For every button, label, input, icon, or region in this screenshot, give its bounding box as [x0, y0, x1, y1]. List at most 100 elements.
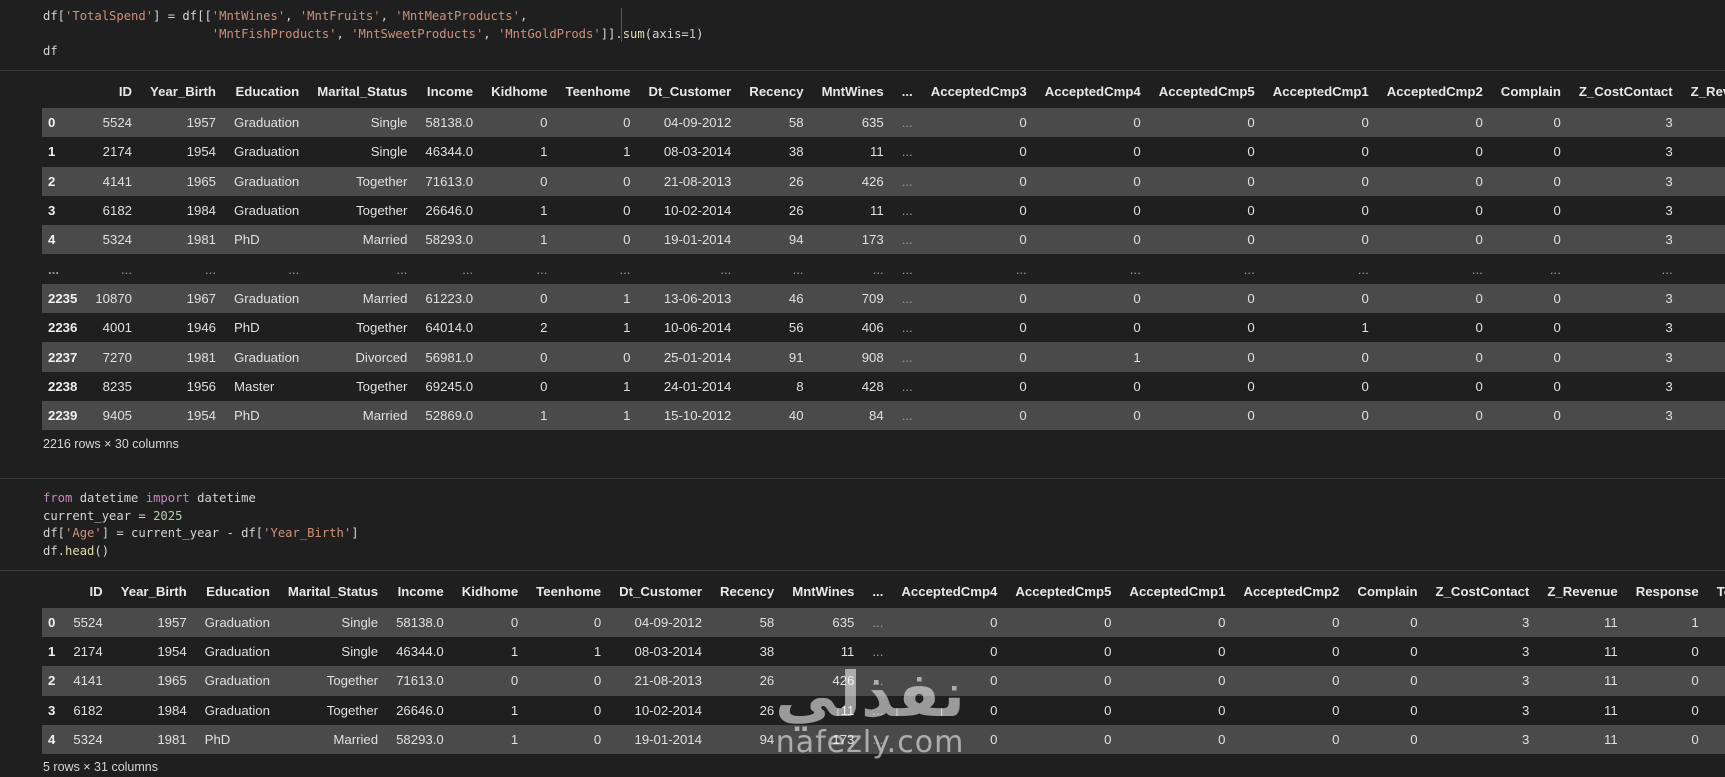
table-cell: 26646.0 [396, 702, 444, 718]
table-cell: ... [205, 261, 216, 277]
table-cell: 0 [1247, 320, 1255, 336]
text-cursor [621, 8, 622, 42]
table-cell: 635 [832, 615, 855, 631]
table-row: 0 5524 1957 Graduation Single 58138.0 0 0 04-09-… [42, 608, 1725, 638]
table-cell: 0 [1475, 320, 1483, 336]
table-cell: Single [341, 615, 379, 631]
table-cell: 0 [1553, 173, 1561, 189]
table-cell: 26 [759, 702, 775, 718]
table-cell: 11 [1682, 372, 1725, 401]
table-cell: 11 [840, 702, 855, 718]
table-cell: 46344.0 [425, 144, 474, 160]
table-cell: 3 [1665, 232, 1673, 248]
table-cell: 0 [1361, 144, 1369, 160]
code-cell-1[interactable]: df['TotalSpend'] = df[['MntWines', 'MntF… [0, 0, 1725, 70]
table-cell: 0 [1553, 232, 1561, 248]
table-cell: 0 [1410, 731, 1418, 747]
column-header: Year_Birth [150, 83, 216, 99]
column-header: AcceptedCmp4 [1044, 83, 1141, 99]
table-cell: 0 [510, 615, 519, 631]
table-cell: 709 [861, 290, 884, 306]
table-cell: ... [901, 261, 913, 277]
table-cell: 0 [1410, 644, 1418, 660]
table-cell: 0 [1361, 173, 1369, 189]
table-cell: 10-02-2014 [663, 203, 732, 219]
table-cell: Graduation [234, 290, 300, 306]
code-cell-2-source[interactable]: from datetime import datetime current_ye… [43, 490, 359, 560]
table-cell: 0 [1475, 173, 1483, 189]
table-cell: 27 [1708, 637, 1725, 666]
column-header: ... [872, 583, 884, 599]
table-cell: 0 [1247, 290, 1255, 306]
table-cell: 15-10-2012 [663, 408, 732, 424]
table-cell: 5524 [102, 115, 133, 131]
table-cell: 11 [1682, 401, 1725, 430]
table-cell: 0 [1247, 173, 1255, 189]
table-cell: 0 [1475, 115, 1483, 131]
table-cell: 7270 [102, 349, 133, 365]
column-header: Teenhome [565, 83, 631, 99]
table-cell: ... [720, 261, 732, 277]
code-cell-2[interactable]: from datetime import datetime current_ye… [0, 480, 1725, 568]
table-row: 2239 9405 1954 PhD Married 52869.0 1 1 15-10-201… [42, 400, 1725, 431]
table-cell: 38 [759, 644, 775, 660]
table-cell: 3 [1665, 144, 1673, 160]
table-cell: 0 [593, 615, 602, 631]
table-cell: Graduation [234, 203, 300, 219]
table-cell: 0 [1247, 115, 1255, 131]
column-header: ID [89, 583, 103, 599]
code-line: 'MntFishProducts', 'MntSweetProducts', '… [211, 26, 704, 41]
table-cell: 0 [1104, 673, 1112, 689]
column-header: ID [118, 83, 133, 99]
column-header: Dt_Customer [619, 583, 702, 599]
table-cell: 1 [510, 702, 519, 718]
table-cell: 1946 [186, 320, 216, 336]
table-cell: 0 [1133, 408, 1141, 424]
table-cell: 0 [1361, 203, 1369, 219]
table-row: 3 6182 1984 Graduation Together 26646.0 1 0 10-0… [42, 195, 1725, 226]
table-cell: 406 [861, 320, 884, 336]
table-cell: 776 [1708, 666, 1725, 695]
column-header: Marital_Status [317, 83, 408, 99]
code-cell-1-source[interactable]: df['TotalSpend'] = df[['MntWines', 'MntF… [43, 8, 703, 61]
table-cell: 11 [1682, 342, 1725, 371]
table-cell: 21-08-2013 [663, 173, 732, 189]
table-cell: 0 [540, 290, 548, 306]
column-header: Education [206, 583, 270, 599]
table-cell: 0 [1361, 115, 1369, 131]
table-cell: Together [356, 378, 408, 394]
column-header: Recency [749, 83, 804, 99]
table-cell: 61223.0 [425, 290, 474, 306]
table-cell: ... [536, 261, 548, 277]
table-cell: 56 [788, 320, 804, 336]
table-cell: 08-03-2014 [634, 644, 702, 660]
table-cell: PhD [234, 232, 260, 248]
table-cell: 21-08-2013 [634, 673, 702, 689]
table-cell: Graduation [234, 173, 300, 189]
table-cell: 0 [1218, 702, 1226, 718]
table-cell: 1984 [186, 203, 216, 219]
column-header: Dt_Customer [648, 83, 732, 99]
table-cell: Married [362, 290, 408, 306]
table-cell: 3 [1521, 731, 1530, 747]
table-cell: ... [619, 261, 631, 277]
table-cell: ... [288, 261, 300, 277]
table-cell: 0 [1019, 144, 1027, 160]
table-cell: 11 [1682, 167, 1725, 196]
table-cell: 1954 [186, 408, 216, 424]
table-cell: 1 [1361, 320, 1369, 336]
cell-divider [0, 570, 1725, 571]
table-cell: 0 [1691, 673, 1699, 689]
column-header: Marital_Status [287, 583, 379, 599]
table-cell: 0 [1475, 408, 1483, 424]
table-cell: Single [370, 115, 408, 131]
table-cell: 1617 [1708, 608, 1725, 637]
column-header: MntWines [821, 83, 884, 99]
table-cell: Single [370, 144, 408, 160]
table-cell: 2174 [102, 144, 133, 160]
table-cell: 0 [1410, 615, 1418, 631]
table-cell: 0 [623, 203, 631, 219]
table-cell: 6182 [102, 203, 133, 219]
table-cell: 0 [1247, 378, 1255, 394]
table-cell: 4141 [73, 673, 103, 689]
